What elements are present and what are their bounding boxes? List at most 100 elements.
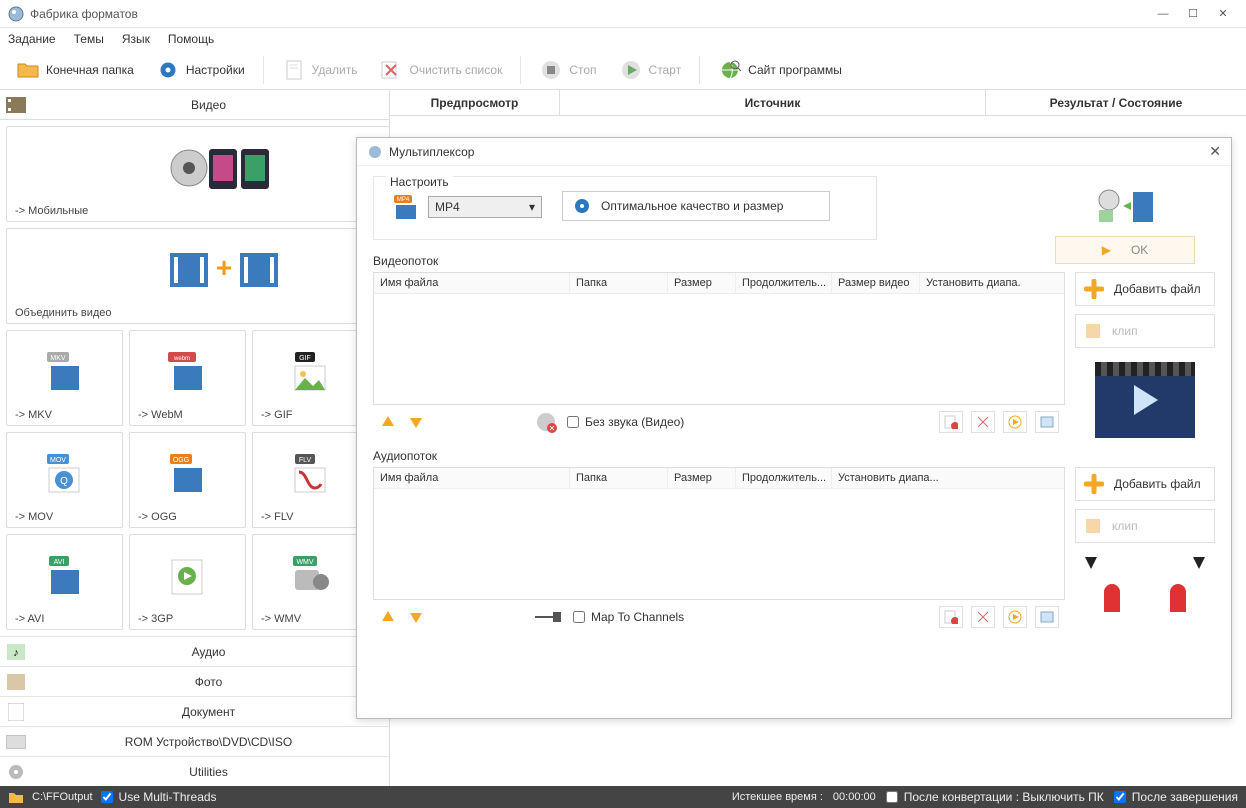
audio-table: Имя файла Папка Размер Продолжитель... У… (373, 467, 1065, 600)
delete-icon (282, 58, 306, 82)
output-path[interactable]: C:\FFOutput (32, 791, 93, 803)
svg-text:AVI: AVI (53, 559, 64, 566)
close-button[interactable]: ✕ (1208, 7, 1238, 20)
video-cut-button[interactable] (971, 411, 995, 433)
acol-size[interactable]: Размер (668, 468, 736, 488)
category-document[interactable]: Документ (0, 696, 389, 726)
toolbar: Конечная папка Настройки Удалить Очистит… (0, 50, 1246, 90)
svg-text:✕: ✕ (549, 424, 556, 433)
after-done-checkbox[interactable]: После завершения (1114, 790, 1238, 804)
video-info-button[interactable] (1035, 411, 1059, 433)
clear-icon (379, 58, 403, 82)
multithreads-checkbox[interactable]: Use Multi-Threads (101, 790, 217, 804)
audio-move-down[interactable] (407, 608, 425, 626)
tile-webm[interactable]: webm-> WebM (129, 330, 246, 426)
clip-icon (1084, 322, 1102, 340)
app-title: Фабрика форматов (30, 7, 1148, 21)
map-channels-checkbox[interactable]: Map To Channels (573, 610, 684, 624)
globe-icon (718, 58, 742, 82)
stop-button[interactable]: Стоп (531, 54, 604, 86)
acol-name[interactable]: Имя файла (374, 468, 570, 488)
audio-cut-button[interactable] (971, 606, 995, 628)
audio-table-body[interactable] (374, 489, 1064, 599)
tile-ogg[interactable]: OGG-> OGG (129, 432, 246, 528)
vcol-vsize[interactable]: Размер видео (832, 273, 920, 293)
video-remove-button[interactable] (939, 411, 963, 433)
acol-range[interactable]: Установить диапа... (832, 468, 1064, 488)
music-icon: ♪ (4, 642, 28, 662)
photo-icon (4, 672, 28, 692)
tile-wmv[interactable]: WMV-> WMV (252, 534, 369, 630)
menu-help[interactable]: Помощь (168, 32, 214, 46)
audio-remove-button[interactable] (939, 606, 963, 628)
col-preview[interactable]: Предпросмотр (390, 90, 560, 115)
vcol-size[interactable]: Размер (668, 273, 736, 293)
website-button[interactable]: Сайт программы (710, 54, 850, 86)
quality-button[interactable]: Оптимальное качество и размер (562, 191, 830, 221)
audio-add-file-button[interactable]: Добавить файл (1075, 467, 1215, 501)
folder-small-icon[interactable] (8, 790, 24, 804)
col-result[interactable]: Результат / Состояние (986, 90, 1246, 115)
start-button[interactable]: Старт (611, 54, 690, 86)
marker-left-icon (1085, 557, 1097, 572)
clear-list-button[interactable]: Очистить список (371, 54, 510, 86)
acol-folder[interactable]: Папка (570, 468, 668, 488)
video-clip-button[interactable]: клип (1075, 314, 1215, 348)
gear-icon (4, 762, 28, 782)
plus-icon (1084, 474, 1104, 494)
category-rom[interactable]: ROM Устройство\DVD\CD\ISO (0, 726, 389, 756)
output-folder-button[interactable]: Конечная папка (8, 54, 142, 86)
tile-mov[interactable]: MOVQ-> MOV (6, 432, 123, 528)
video-add-file-button[interactable]: Добавить файл (1075, 272, 1215, 306)
menu-task[interactable]: Задание (8, 32, 56, 46)
clip-icon (1084, 517, 1102, 535)
video-move-down[interactable] (407, 413, 425, 431)
titlebar: Фабрика форматов — ☐ ✕ (0, 0, 1246, 28)
ok-button[interactable]: ▶ OK (1055, 236, 1195, 264)
no-sound-icon: ✕ (535, 411, 557, 433)
col-source[interactable]: Источник (560, 90, 986, 115)
audio-info-button[interactable] (1035, 606, 1059, 628)
menu-themes[interactable]: Темы (74, 32, 104, 46)
vcol-name[interactable]: Имя файла (374, 273, 570, 293)
video-move-up[interactable] (379, 413, 397, 431)
tile-join[interactable]: + Объединить видео (6, 228, 389, 324)
svg-text:MKV: MKV (50, 355, 66, 362)
tile-gif[interactable]: GIF-> GIF (252, 330, 369, 426)
dialog-icon (367, 144, 383, 160)
shutdown-checkbox[interactable]: После конвертации : Выключить ПК (886, 790, 1104, 804)
tile-avi[interactable]: AVI-> AVI (6, 534, 123, 630)
balance-right-slider[interactable] (1170, 584, 1186, 612)
acol-duration[interactable]: Продолжитель... (736, 468, 832, 488)
video-play-button[interactable] (1003, 411, 1027, 433)
category-photo[interactable]: Фото (0, 666, 389, 696)
audio-move-up[interactable] (379, 608, 397, 626)
vcol-folder[interactable]: Папка (570, 273, 668, 293)
category-audio[interactable]: ♪Аудио (0, 636, 389, 666)
maximize-button[interactable]: ☐ (1178, 7, 1208, 20)
plus-icon (1084, 279, 1104, 299)
balance-left-slider[interactable] (1104, 584, 1120, 612)
tile-mkv[interactable]: MKV-> MKV (6, 330, 123, 426)
tile-3gp[interactable]: -> 3GP (129, 534, 246, 630)
folder-icon (16, 58, 40, 82)
svg-text:webm: webm (172, 356, 189, 362)
delete-button[interactable]: Удалить (274, 54, 366, 86)
settings-button[interactable]: Настройки (148, 54, 253, 86)
audio-play-button[interactable] (1003, 606, 1027, 628)
vcol-range[interactable]: Установить диапа. (920, 273, 1064, 293)
vcol-duration[interactable]: Продолжитель... (736, 273, 832, 293)
audio-clip-button[interactable]: клип (1075, 509, 1215, 543)
minimize-button[interactable]: — (1148, 8, 1178, 20)
category-utilities[interactable]: Utilities (0, 756, 389, 786)
format-select[interactable]: MP4 ▾ (428, 196, 542, 218)
no-sound-checkbox[interactable]: Без звука (Видео) (567, 415, 684, 429)
menu-language[interactable]: Язык (122, 32, 150, 46)
tile-flv[interactable]: FLV-> FLV (252, 432, 369, 528)
dialog-close-button[interactable]: ✕ (1209, 143, 1221, 160)
video-table-body[interactable] (374, 294, 1064, 404)
gear-quality-icon (573, 197, 591, 215)
video-preview[interactable] (1095, 362, 1195, 438)
category-video[interactable]: Видео (0, 90, 389, 120)
tile-mobile[interactable]: -> Мобильные (6, 126, 389, 222)
